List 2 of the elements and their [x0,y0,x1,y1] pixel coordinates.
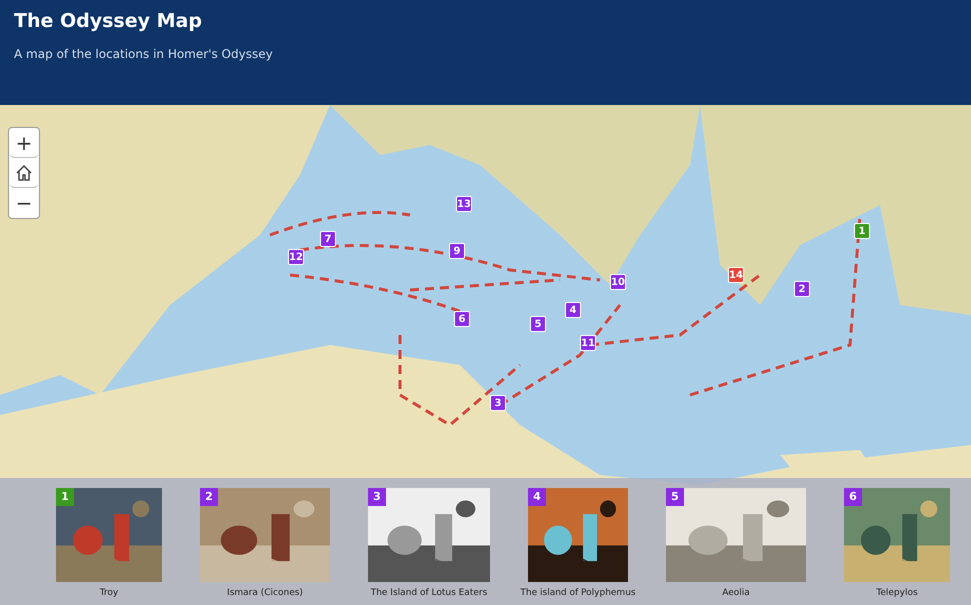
page-subtitle: A map of the locations in Homer's Odyssey [14,46,274,63]
page-title: The Odyssey Map [14,10,203,33]
